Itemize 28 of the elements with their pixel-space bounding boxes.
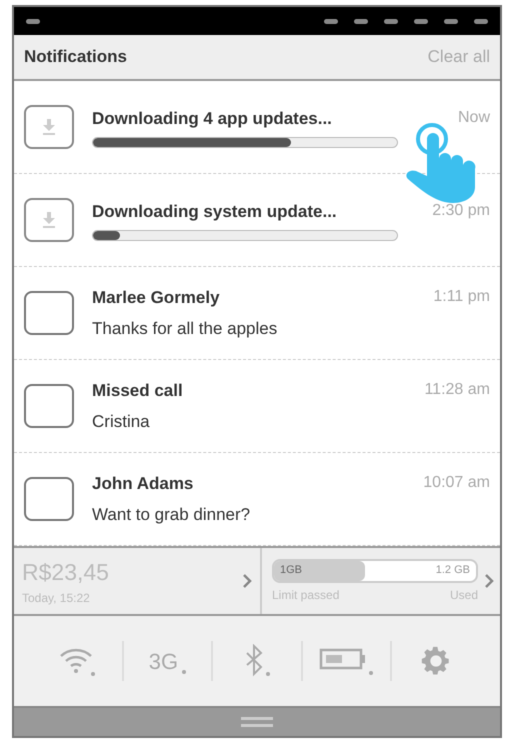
battery-icon[interactable] — [318, 646, 375, 676]
notification-body: Cristina — [92, 411, 151, 433]
network-toggle[interactable]: 3G — [148, 644, 186, 678]
clear-all-button[interactable]: Clear all — [428, 44, 490, 70]
notification-time: 11:28 am — [424, 380, 490, 400]
notification-time: Now — [458, 108, 490, 128]
wifi-icon[interactable] — [58, 646, 97, 676]
notification-time: 10:07 am — [423, 472, 490, 492]
chevron-icon[interactable] — [484, 573, 494, 589]
avatar-placeholder — [24, 384, 74, 428]
chevron-icon[interactable] — [242, 573, 252, 589]
header-title: Notifications — [24, 46, 127, 68]
notification-time: 2:30 pm — [432, 200, 490, 221]
notification-body: Want to grab dinner? — [92, 504, 252, 526]
download-icon — [24, 198, 74, 242]
usage-total: 1.2 GB — [436, 563, 470, 578]
download-icon — [24, 105, 74, 149]
usage-limit: 1GB — [280, 563, 302, 578]
notification-title: Marlee Gormely — [92, 286, 220, 308]
notification-body: Thanks for all the apples — [92, 318, 278, 340]
notification-title: Downloading system update... — [92, 200, 337, 223]
notification-time: 1:11 pm — [433, 286, 490, 306]
avatar-placeholder — [24, 291, 74, 335]
drawer-handle-bar[interactable] — [14, 706, 500, 736]
notification-title: John Adams — [92, 472, 194, 494]
avatar-placeholder — [24, 477, 74, 521]
notification-title: Missed call — [92, 380, 183, 402]
notification-title: Downloading 4 app updates... — [92, 108, 332, 130]
